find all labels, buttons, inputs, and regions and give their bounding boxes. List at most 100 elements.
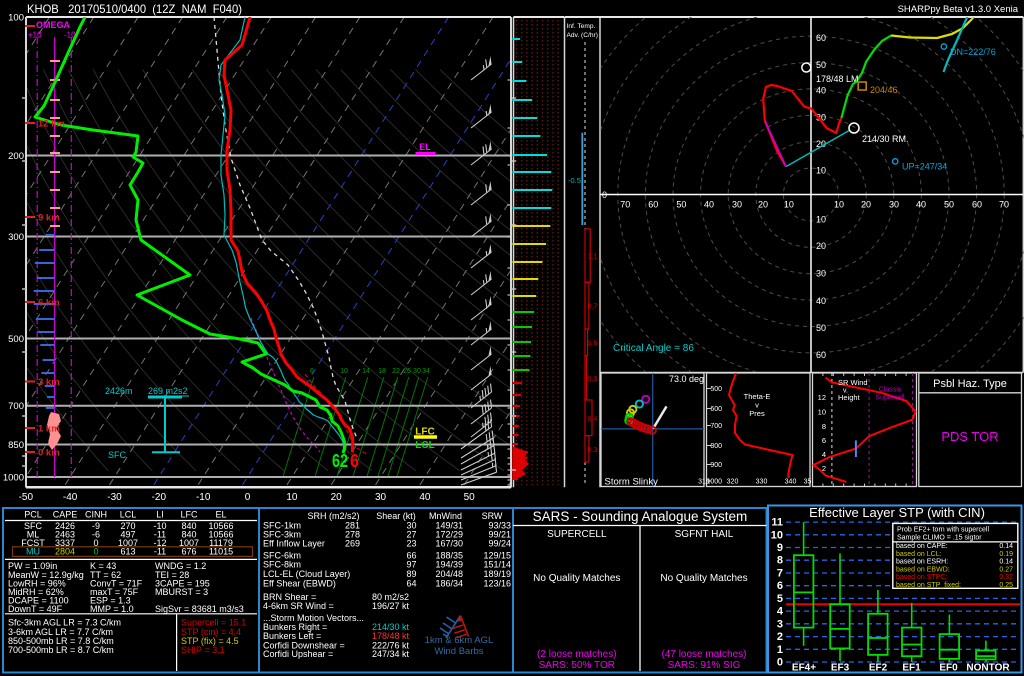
svg-text:60: 60 [816, 350, 826, 360]
svg-text:1.1: 1.1 [588, 254, 598, 261]
svg-text:40: 40 [704, 200, 714, 210]
svg-text:700-500mb LR = 8.7 C/km: 700-500mb LR = 8.7 C/km [8, 645, 114, 655]
svg-text:Sample CLIMO = .15 sigtor: Sample CLIMO = .15 sigtor [897, 535, 982, 542]
svg-text:EL: EL [215, 510, 226, 520]
svg-text:based on EBWD:: based on EBWD: [896, 566, 950, 573]
svg-text:10: 10 [784, 200, 794, 210]
svg-text:SARS - Sounding Analogue Syste: SARS - Sounding Analogue System [533, 509, 748, 524]
svg-text:EL: EL [419, 142, 431, 152]
svg-text:10: 10 [771, 529, 783, 541]
svg-text:64: 64 [406, 579, 416, 589]
svg-text:10: 10 [816, 214, 826, 224]
svg-text:269: 269 [345, 539, 360, 549]
svg-text:247/34 kt: 247/34 kt [372, 649, 410, 659]
svg-text:SHIP = 3.1: SHIP = 3.1 [181, 645, 225, 655]
svg-text:700: 700 [710, 423, 722, 430]
svg-text:178/48 LM: 178/48 LM [816, 74, 859, 84]
svg-text:MU: MU [26, 547, 40, 557]
svg-text:20: 20 [758, 200, 768, 210]
svg-text:500: 500 [710, 386, 722, 393]
svg-text:LFC: LFC [180, 510, 198, 520]
svg-text:204/48: 204/48 [435, 569, 463, 579]
svg-text:CINH: CINH [85, 510, 107, 520]
svg-text:10: 10 [834, 200, 844, 210]
svg-text:UP=247/34: UP=247/34 [902, 162, 947, 172]
svg-text:50: 50 [944, 200, 954, 210]
svg-text:EF2: EF2 [869, 663, 888, 674]
svg-text:151/14: 151/14 [483, 560, 511, 570]
svg-text:6: 6 [777, 580, 783, 592]
svg-text:70: 70 [620, 200, 630, 210]
svg-text:310: 310 [698, 479, 710, 486]
svg-text:2426m: 2426m [105, 386, 133, 396]
svg-text:based on CAPE:: based on CAPE: [896, 543, 948, 550]
svg-text:20: 20 [816, 241, 826, 251]
svg-text:10: 10 [818, 408, 826, 417]
svg-text:0.7: 0.7 [588, 304, 598, 311]
svg-text:500: 500 [8, 334, 24, 345]
svg-text:196/27 kt: 196/27 kt [372, 601, 410, 611]
svg-text:22: 22 [392, 368, 400, 375]
svg-text:4: 4 [777, 606, 784, 618]
svg-text:0.19: 0.19 [999, 551, 1013, 558]
svg-text:based on LCL:: based on LCL: [896, 551, 942, 558]
svg-text:320: 320 [727, 479, 739, 486]
svg-text:700: 700 [8, 401, 24, 412]
svg-text:EF0: EF0 [939, 663, 958, 674]
svg-text:SHARPpy Beta v1.3.0 Xenia: SHARPpy Beta v1.3.0 Xenia [898, 4, 1019, 15]
svg-text:194/39: 194/39 [435, 560, 463, 570]
svg-text:4: 4 [822, 450, 826, 459]
svg-text:MnWind: MnWind [429, 511, 462, 521]
svg-text:SR Wind: SR Wind [838, 378, 868, 387]
svg-text:Adv. (C/hr): Adv. (C/hr) [567, 32, 598, 39]
svg-text:200: 200 [8, 151, 24, 162]
svg-text:0.14: 0.14 [999, 559, 1013, 566]
svg-text:Eff Inflow Layer: Eff Inflow Layer [263, 539, 325, 549]
svg-text:167/30: 167/30 [435, 539, 463, 549]
svg-text:97: 97 [406, 560, 416, 570]
svg-text:50: 50 [816, 323, 826, 333]
svg-text:LCL: LCL [120, 510, 137, 520]
svg-text:30: 30 [413, 368, 421, 375]
svg-text:269 m2s2: 269 m2s2 [148, 386, 188, 396]
svg-text:-10: -10 [196, 492, 211, 503]
svg-text:0.25: 0.25 [999, 582, 1013, 589]
svg-text:(47 loose matches): (47 loose matches) [661, 649, 746, 660]
svg-text:1 km: 1 km [38, 424, 60, 435]
svg-text:0.3: 0.3 [588, 447, 598, 454]
svg-text:9: 9 [777, 542, 783, 554]
svg-text:214/30 RM.: 214/30 RM. [862, 134, 909, 144]
svg-text:0: 0 [777, 657, 783, 669]
svg-text:Prob EF2+ torn with supercell: Prob EF2+ torn with supercell [897, 527, 989, 534]
svg-text:NONTOR: NONTOR [966, 663, 1010, 674]
svg-text:based on STPC:: based on STPC: [896, 574, 947, 581]
svg-text:186/34: 186/34 [435, 579, 463, 589]
svg-text:SARS: 91% SIG: SARS: 91% SIG [668, 660, 741, 671]
svg-text:30: 30 [375, 492, 387, 503]
svg-text:60: 60 [816, 33, 826, 43]
svg-text:based on STP_fixed:: based on STP_fixed: [896, 582, 961, 589]
svg-text:40: 40 [419, 492, 431, 503]
svg-text:EF3: EF3 [831, 663, 850, 674]
svg-text:SFC-8km: SFC-8km [263, 560, 301, 570]
svg-text:73.0 deg: 73.0 deg [669, 374, 704, 384]
svg-text:2: 2 [777, 631, 783, 643]
svg-text:340: 340 [785, 479, 797, 486]
svg-text:11: 11 [771, 517, 783, 529]
svg-text:12 km: 12 km [38, 119, 65, 130]
svg-text:-20: -20 [152, 492, 167, 503]
svg-text:LCL: LCL [415, 440, 434, 451]
svg-text:89: 89 [406, 569, 416, 579]
svg-text:60: 60 [648, 200, 658, 210]
svg-text:600: 600 [710, 406, 722, 413]
svg-text:6: 6 [310, 368, 314, 375]
svg-text:-30: -30 [107, 492, 122, 503]
svg-text:676: 676 [181, 547, 196, 557]
svg-text:18: 18 [378, 368, 386, 375]
svg-text:3: 3 [777, 618, 783, 630]
svg-text:7: 7 [777, 568, 783, 580]
svg-text:No Quality Matches: No Quality Matches [660, 573, 747, 584]
svg-text:8: 8 [777, 555, 783, 567]
svg-text:-0.5: -0.5 [568, 176, 581, 185]
svg-text:Storm Slinky: Storm Slinky [605, 477, 659, 488]
